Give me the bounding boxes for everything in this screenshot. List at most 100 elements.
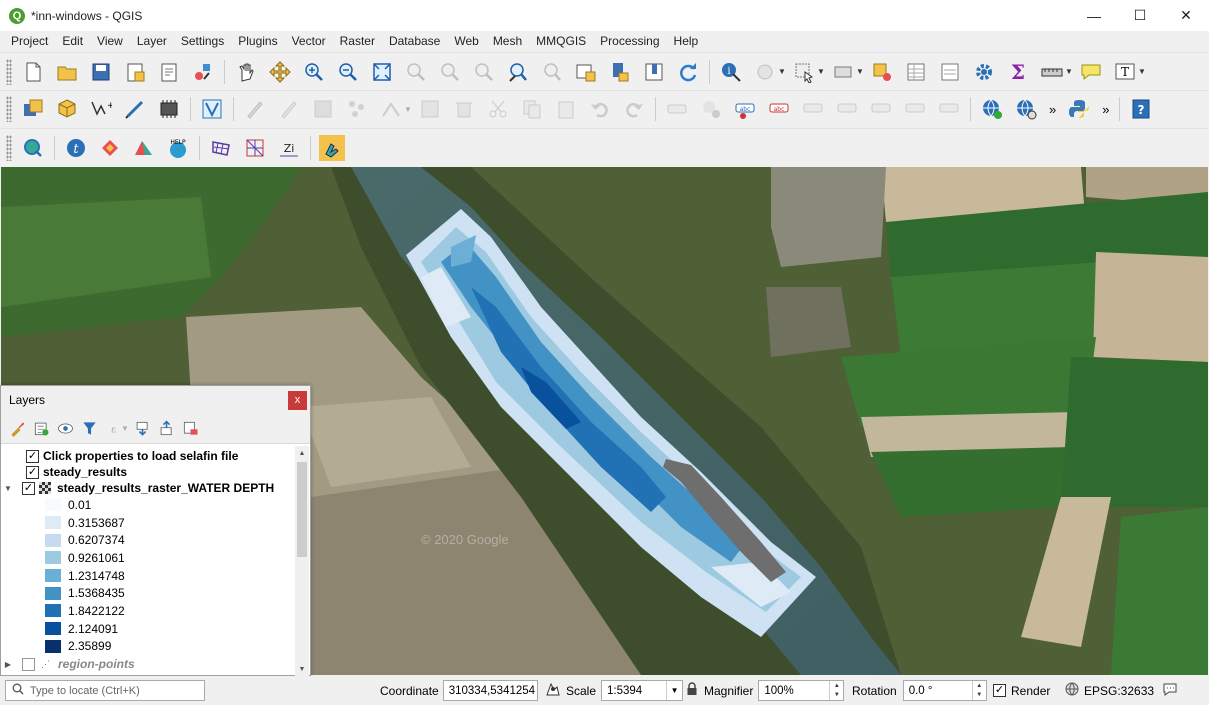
magnifier-spinbox[interactable]: 100% ▲ ▼ (758, 680, 845, 701)
toolbar-grip[interactable] (6, 96, 12, 122)
toolbox-gear-icon[interactable] (971, 59, 997, 85)
show-hide-labels-icon[interactable] (834, 96, 860, 122)
label-toolbar-icon[interactable] (664, 96, 690, 122)
redo-icon[interactable] (621, 96, 647, 122)
menu-vector[interactable]: Vector (285, 34, 333, 48)
help-plugin-icon[interactable]: HELP (165, 135, 191, 161)
scale-combo[interactable]: 1:5394 ▼ (601, 680, 684, 701)
layers-scrollbar[interactable]: ▲ ▼ (295, 446, 309, 676)
pin-labels-icon[interactable] (800, 96, 826, 122)
profile-tool-icon[interactable] (131, 135, 157, 161)
edit-pencil-icon[interactable] (242, 96, 268, 122)
refresh-icon[interactable] (675, 59, 701, 85)
dropdown-arrow-icon[interactable]: ▼ (121, 424, 129, 433)
crs-label[interactable]: EPSG:32633 (1084, 684, 1154, 698)
minimize-button[interactable]: — (1071, 0, 1117, 31)
field-calculator-icon[interactable] (937, 59, 963, 85)
messages-group[interactable] (1162, 680, 1178, 701)
lock-scale-icon[interactable] (686, 682, 698, 699)
close-panel-button[interactable]: x (288, 390, 307, 410)
text-annotation-icon[interactable]: T (1112, 59, 1138, 85)
toggle-extents-icon[interactable] (544, 680, 562, 701)
toolbar-grip[interactable] (6, 58, 12, 85)
zoom-full-icon[interactable] (369, 59, 395, 85)
paste-features-icon[interactable] (553, 96, 579, 122)
python-console-icon[interactable] (1066, 96, 1092, 122)
collapse-all-icon[interactable] (156, 419, 176, 439)
identify-features-icon[interactable]: i (718, 59, 744, 85)
hand-plugin-icon[interactable] (319, 134, 345, 161)
menu-project[interactable]: Project (4, 34, 55, 48)
menu-database[interactable]: Database (382, 34, 447, 48)
rotation-spinbox[interactable]: 0.0 ° ▲ ▼ (902, 680, 987, 701)
layer-visibility-checkbox[interactable]: ✓ (26, 449, 39, 463)
highlight-pinned-labels-icon[interactable]: abc (766, 96, 792, 122)
run-feature-action-icon[interactable] (752, 59, 778, 85)
delete-selected-icon[interactable] (451, 96, 477, 122)
zoom-next-icon[interactable] (539, 59, 565, 85)
add-group-icon[interactable] (31, 419, 51, 439)
layer-visibility-checkbox[interactable]: ✓ (26, 465, 39, 479)
zoom-to-selection-icon[interactable] (403, 59, 429, 85)
dropdown-arrow-icon[interactable]: ▼ (817, 67, 825, 76)
zoom-in-icon[interactable] (301, 59, 327, 85)
chevron-down-icon[interactable]: ▼ (666, 681, 682, 700)
new-virtual-layer-icon[interactable] (156, 96, 182, 122)
filter-by-expression-icon[interactable]: ε (103, 419, 123, 439)
toolbar-overflow-icon[interactable]: » (1049, 102, 1056, 117)
layer-row[interactable]: ▶ ⋰ region-points (2, 656, 294, 672)
save-edits-icon[interactable] (310, 96, 336, 122)
menu-raster[interactable]: Raster (333, 34, 382, 48)
move-label-icon[interactable] (868, 96, 894, 122)
open-layer-styling-icon[interactable] (7, 419, 27, 439)
layer-row[interactable]: ✓ Click properties to load selafin file (2, 448, 294, 464)
close-window-button[interactable]: ✕ (1163, 0, 1209, 31)
locator-search-input[interactable]: Type to locate (Ctrl+K) (5, 680, 205, 701)
render-checkbox[interactable]: ✓ (993, 684, 1006, 697)
mesh-grid-icon[interactable] (208, 135, 234, 161)
menu-mmqgis[interactable]: MMQGIS (529, 34, 593, 48)
undo-icon[interactable] (587, 96, 613, 122)
open-project-button[interactable] (54, 59, 80, 85)
copy-features-icon[interactable] (519, 96, 545, 122)
telemac-plugin-icon[interactable]: t (63, 135, 89, 161)
crs-group[interactable]: EPSG:32633 (1065, 680, 1154, 701)
coordinate-field[interactable]: 310334,5341254 (442, 680, 538, 701)
digitizing-toggle-icon[interactable] (199, 96, 225, 122)
add-wms-layer-icon[interactable] (979, 96, 1005, 122)
menu-edit[interactable]: Edit (55, 34, 90, 48)
menu-processing[interactable]: Processing (593, 34, 666, 48)
layer-labeling-options-icon[interactable]: abc (732, 96, 758, 122)
expand-chevron-icon[interactable]: ▶ (2, 660, 14, 669)
triangulation-icon[interactable] (242, 135, 268, 161)
menu-view[interactable]: View (90, 34, 130, 48)
map-tips-icon[interactable] (1078, 59, 1104, 85)
layer-visibility-checkbox[interactable] (22, 657, 35, 671)
cut-features-icon[interactable] (485, 96, 511, 122)
new-geopackage-layer-icon[interactable] (54, 96, 80, 122)
new-shapefile-layer-icon[interactable]: + (88, 96, 114, 122)
dropdown-arrow-icon[interactable]: ▼ (1138, 67, 1146, 76)
layer-row[interactable]: ✓ steady_results (2, 464, 294, 480)
expand-all-icon[interactable] (132, 419, 152, 439)
new-print-layout-button[interactable] (122, 59, 148, 85)
zoom-last-icon[interactable] (505, 59, 531, 85)
add-wfs-layer-icon[interactable] (1013, 96, 1039, 122)
spinbox-arrows-icon[interactable]: ▲ ▼ (829, 681, 843, 700)
new-temporary-layer-icon[interactable] (122, 96, 148, 122)
new-bookmark-icon[interactable] (607, 59, 633, 85)
dropdown-arrow-icon[interactable]: ▼ (1065, 67, 1073, 76)
scroll-down-icon[interactable]: ▼ (295, 662, 309, 676)
dropdown-arrow-icon[interactable]: ▼ (404, 105, 412, 114)
new-map-view-icon[interactable] (573, 59, 599, 85)
scrollbar-thumb[interactable] (297, 462, 307, 557)
remove-layer-icon[interactable] (180, 419, 200, 439)
menu-layer[interactable]: Layer (130, 34, 174, 48)
color-ramp-plugin-icon[interactable] (97, 135, 123, 161)
zoom-native-icon[interactable] (471, 59, 497, 85)
toolbar-grip[interactable] (6, 134, 12, 161)
filter-legend-icon[interactable] (79, 419, 99, 439)
dropdown-arrow-icon[interactable]: ▼ (856, 67, 864, 76)
statistical-summary-icon[interactable]: Σ (1005, 59, 1031, 85)
save-project-button[interactable] (88, 59, 114, 85)
